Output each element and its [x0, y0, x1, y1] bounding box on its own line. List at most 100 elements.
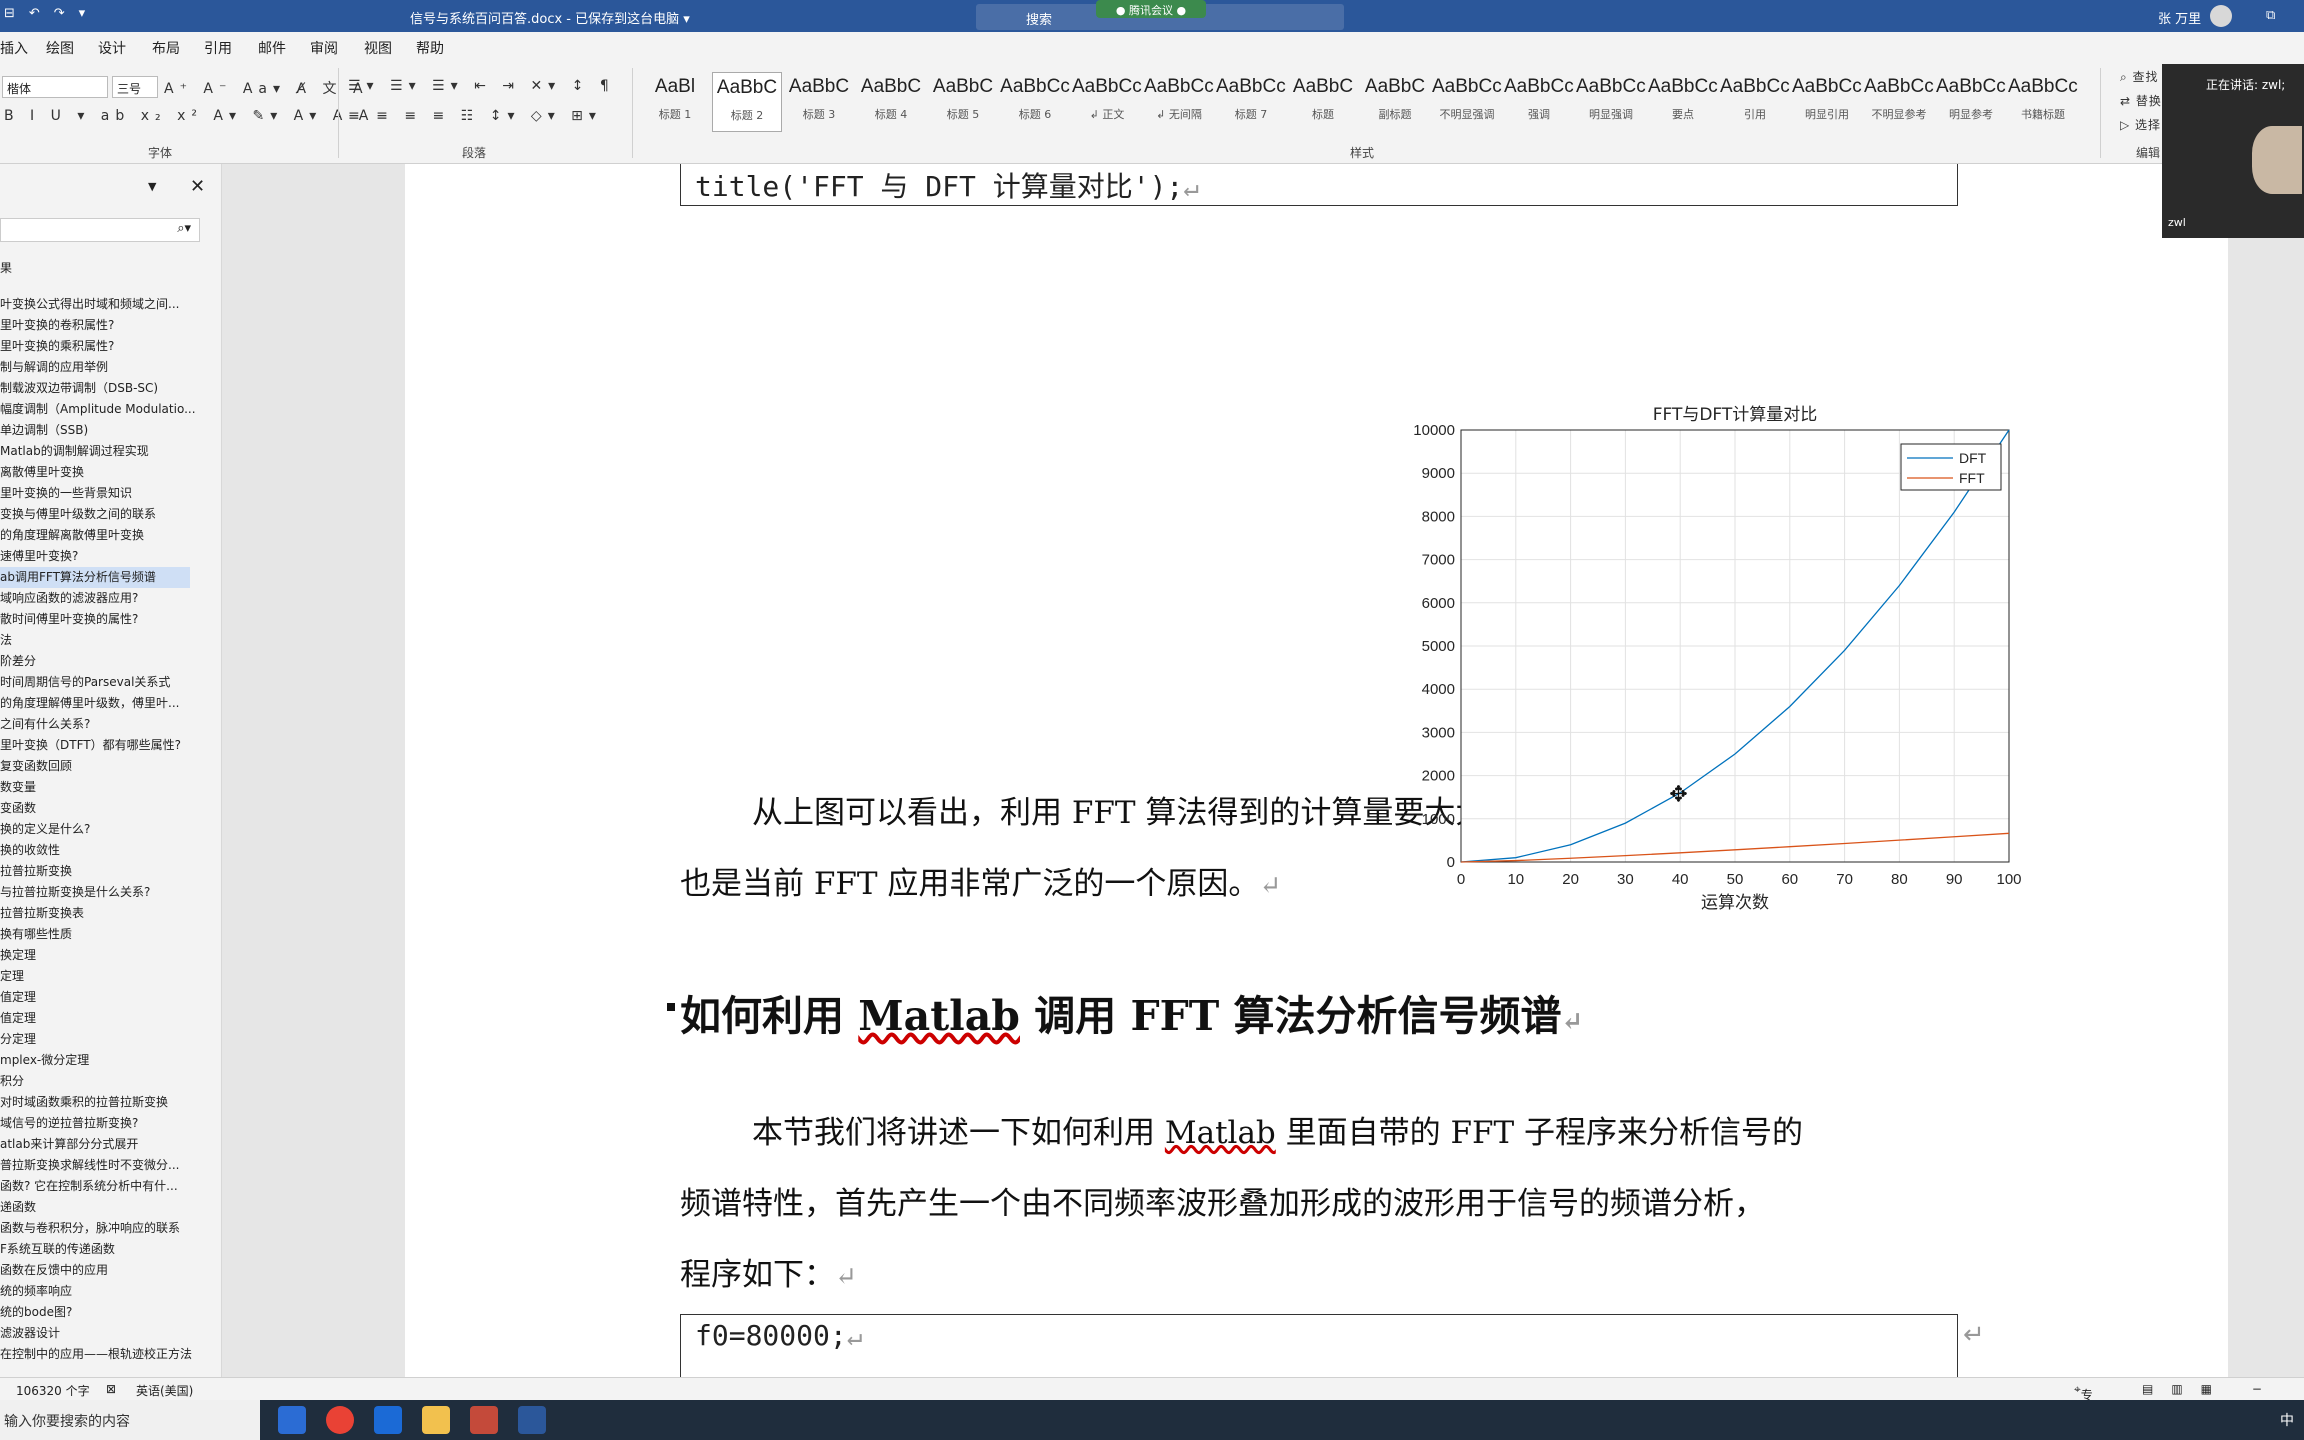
- nav-heading-item[interactable]: 阶差分: [0, 651, 221, 672]
- nav-heading-item[interactable]: 换有哪些性质: [0, 924, 221, 945]
- nav-heading-item[interactable]: 换定理: [0, 945, 221, 966]
- nav-heading-item[interactable]: 对时域函数乘积的拉普拉斯变换: [0, 1092, 221, 1113]
- nav-heading-item[interactable]: atlab来计算部分分式展开: [0, 1134, 221, 1155]
- paragraph-2[interactable]: 本节我们将讲述一下如何利用 Matlab 里面自带的 FFT 子程序来分析信号的…: [680, 1098, 1970, 1313]
- nav-heading-item[interactable]: 普拉斯变换求解线性时不变微分...: [0, 1155, 221, 1176]
- vertical-scroll-area[interactable]: [2228, 164, 2304, 1377]
- tab-design[interactable]: 设计: [98, 38, 126, 58]
- nav-heading-item[interactable]: 滤波器设计: [0, 1323, 221, 1344]
- style-item[interactable]: AaBbCcD 要点: [1648, 72, 1718, 132]
- code-block-top[interactable]: title('FFT 与 DFT 计算量对比');↵: [680, 164, 1958, 206]
- close-icon[interactable]: ✕: [190, 176, 205, 197]
- nav-heading-item[interactable]: 定理: [0, 966, 221, 987]
- style-item[interactable]: AaBbCcD 不明显参考: [1864, 72, 1934, 132]
- nav-heading-item[interactable]: 叶变换公式得出时域和频域之间...: [0, 294, 221, 315]
- quick-access-toolbar[interactable]: ⊟↶↷▾: [4, 6, 99, 21]
- nav-search-input[interactable]: ⌕▾: [0, 218, 200, 242]
- nav-heading-item[interactable]: 变换与傅里叶级数之间的联系: [0, 504, 221, 525]
- chrome-icon[interactable]: [326, 1406, 354, 1434]
- taskbar-search[interactable]: 输入你要搜索的内容: [0, 1400, 260, 1440]
- user-name[interactable]: 张 万里: [2158, 8, 2201, 27]
- nav-heading-item[interactable]: 单边调制（SSB): [0, 420, 221, 441]
- style-item[interactable]: AaBl 标题 1: [640, 72, 710, 132]
- nav-heading-item[interactable]: mplex-微分定理: [0, 1050, 221, 1071]
- nav-heading-item[interactable]: 散时间傅里叶变换的属性?: [0, 609, 221, 630]
- nav-heading-item[interactable]: 拉普拉斯变换表: [0, 903, 221, 924]
- nav-heading-item[interactable]: 离散傅里叶变换: [0, 462, 221, 483]
- proofing-icon[interactable]: ⊠: [106, 1382, 116, 1396]
- style-item[interactable]: AaBbCc 标题 6: [1000, 72, 1070, 132]
- nav-heading-item[interactable]: 函数? 它在控制系统分析中有什...: [0, 1176, 221, 1197]
- tab-draw[interactable]: 绘图: [46, 38, 74, 58]
- tab-review[interactable]: 审阅: [310, 38, 338, 58]
- font-name-combo[interactable]: 楷体: [2, 76, 108, 98]
- nav-heading-item[interactable]: 速傅里叶变换?: [0, 546, 221, 567]
- restore-window-icon[interactable]: ⧉: [2266, 8, 2275, 23]
- tab-layout[interactable]: 布局: [152, 38, 180, 58]
- style-item[interactable]: AaBbC 副标题: [1360, 72, 1430, 132]
- nav-heading-item[interactable]: 之间有什么关系?: [0, 714, 221, 735]
- nav-heading-item[interactable]: 换的收敛性: [0, 840, 221, 861]
- focus-mode-button[interactable]: ⌖ 专注: [2074, 1382, 2093, 1419]
- tab-view[interactable]: 视图: [364, 38, 392, 58]
- nav-heading-item[interactable]: 制与解调的应用举例: [0, 357, 221, 378]
- nav-heading-item[interactable]: 值定理: [0, 1008, 221, 1029]
- chevron-down-icon[interactable]: ▼: [148, 180, 156, 193]
- tab-mailings[interactable]: 邮件: [258, 38, 286, 58]
- word-count[interactable]: 106320 个字: [16, 1382, 90, 1399]
- nav-heading-item[interactable]: ab调用FFT算法分析信号频谱: [0, 567, 190, 588]
- document-area[interactable]: title('FFT 与 DFT 计算量对比');↵ ↵ 从上图可以看出，利用 …: [222, 164, 2228, 1377]
- nav-heading-item[interactable]: 函数在反馈中的应用: [0, 1260, 221, 1281]
- nav-heading-item[interactable]: 积分: [0, 1071, 221, 1092]
- meeting-badge[interactable]: ● 腾讯会议 ●: [1096, 0, 1206, 18]
- style-item[interactable]: AaBbCcl 标题 7: [1216, 72, 1286, 132]
- nav-heading-item[interactable]: 域信号的逆拉普拉斯变换?: [0, 1113, 221, 1134]
- style-item[interactable]: AaBbC 标题: [1288, 72, 1358, 132]
- document-title[interactable]: 信号与系统百问百答.docx - 已保存到这台电脑 ▾: [410, 8, 690, 27]
- style-item[interactable]: AaBbCcD 书籍标题: [2008, 72, 2078, 132]
- nav-heading-item[interactable]: 制载波双边带调制（DSB-SC): [0, 378, 221, 399]
- nav-heading-item[interactable]: Matlab的调制解调过程实现: [0, 441, 221, 462]
- nav-heading-item[interactable]: 复变函数回顾: [0, 756, 221, 777]
- nav-heading-item[interactable]: 法: [0, 630, 221, 651]
- nav-heading-item[interactable]: 统的频率响应: [0, 1281, 221, 1302]
- style-item[interactable]: AaBbCcD 强调: [1504, 72, 1574, 132]
- tab-help[interactable]: 帮助: [416, 38, 444, 58]
- paragraph-row1-icons[interactable]: ☰▾ ☰▾ ☰▾ ⇤ ⇥ ✕▾ ↕ ¶: [348, 78, 615, 94]
- style-item[interactable]: AaBbCcD 不明显强调: [1432, 72, 1502, 132]
- code-block-bottom[interactable]: f0=80000;↵: [680, 1314, 1958, 1377]
- document-page[interactable]: title('FFT 与 DFT 计算量对比');↵ ↵ 从上图可以看出，利用 …: [405, 164, 2228, 1377]
- select-button[interactable]: ▷ 选择: [2120, 116, 2161, 133]
- nav-heading-item[interactable]: 里叶变换的乘积属性?: [0, 336, 221, 357]
- style-item[interactable]: AaBbC 标题 2: [712, 72, 782, 132]
- app-icon[interactable]: [374, 1406, 402, 1434]
- style-item[interactable]: AaBbCcD ↲ 无间隔: [1144, 72, 1214, 132]
- nav-heading-item[interactable]: 的角度理解离散傅里叶变换: [0, 525, 221, 546]
- style-item[interactable]: AaBbCcD 明显引用: [1792, 72, 1862, 132]
- nav-heading-item[interactable]: 分定理: [0, 1029, 221, 1050]
- nav-heading-item[interactable]: 在控制中的应用——根轨迹校正方法: [0, 1344, 221, 1365]
- replace-button[interactable]: ⇄ 替换: [2120, 92, 2162, 109]
- font-size-combo[interactable]: 三号: [112, 76, 158, 98]
- word-icon[interactable]: [518, 1406, 546, 1434]
- language-status[interactable]: 英语(美国): [136, 1382, 193, 1399]
- nav-heading-item[interactable]: 的角度理解傅里叶级数，傅里叶...: [0, 693, 221, 714]
- meeting-video-overlay[interactable]: 正在讲话: zwl; zwl: [2162, 64, 2304, 238]
- nav-heading-item[interactable]: 与拉普拉斯变换是什么关系?: [0, 882, 221, 903]
- nav-heading-item[interactable]: 递函数: [0, 1197, 221, 1218]
- nav-heading-item[interactable]: F系统互联的传递函数: [0, 1239, 221, 1260]
- find-button[interactable]: ⌕ 查找: [2120, 68, 2159, 85]
- nav-heading-item[interactable]: 里叶变换的一些背景知识: [0, 483, 221, 504]
- paragraph-row2-icons[interactable]: ≡ ≡ ≡ ≡ ☷ ↕▾ ◇▾ ⊞▾: [348, 108, 602, 124]
- nav-heading-item[interactable]: 里叶变换（DTFT）都有哪些属性?: [0, 735, 221, 756]
- nav-heading-item[interactable]: 统的bode图?: [0, 1302, 221, 1323]
- style-item[interactable]: AaBbCcD 引用: [1720, 72, 1790, 132]
- nav-heading-item[interactable]: 时间周期信号的Parseval关系式: [0, 672, 221, 693]
- nav-heading-item[interactable]: 里叶变换的卷积属性?: [0, 315, 221, 336]
- style-item[interactable]: AaBbC 标题 3: [784, 72, 854, 132]
- style-item[interactable]: AaBbC 标题 5: [928, 72, 998, 132]
- matlab-icon[interactable]: [470, 1406, 498, 1434]
- nav-heading-item[interactable]: 换的定义是什么?: [0, 819, 221, 840]
- nav-heading-item[interactable]: 变函数: [0, 798, 221, 819]
- view-mode-buttons[interactable]: ▤▥▦ −: [2142, 1382, 2280, 1396]
